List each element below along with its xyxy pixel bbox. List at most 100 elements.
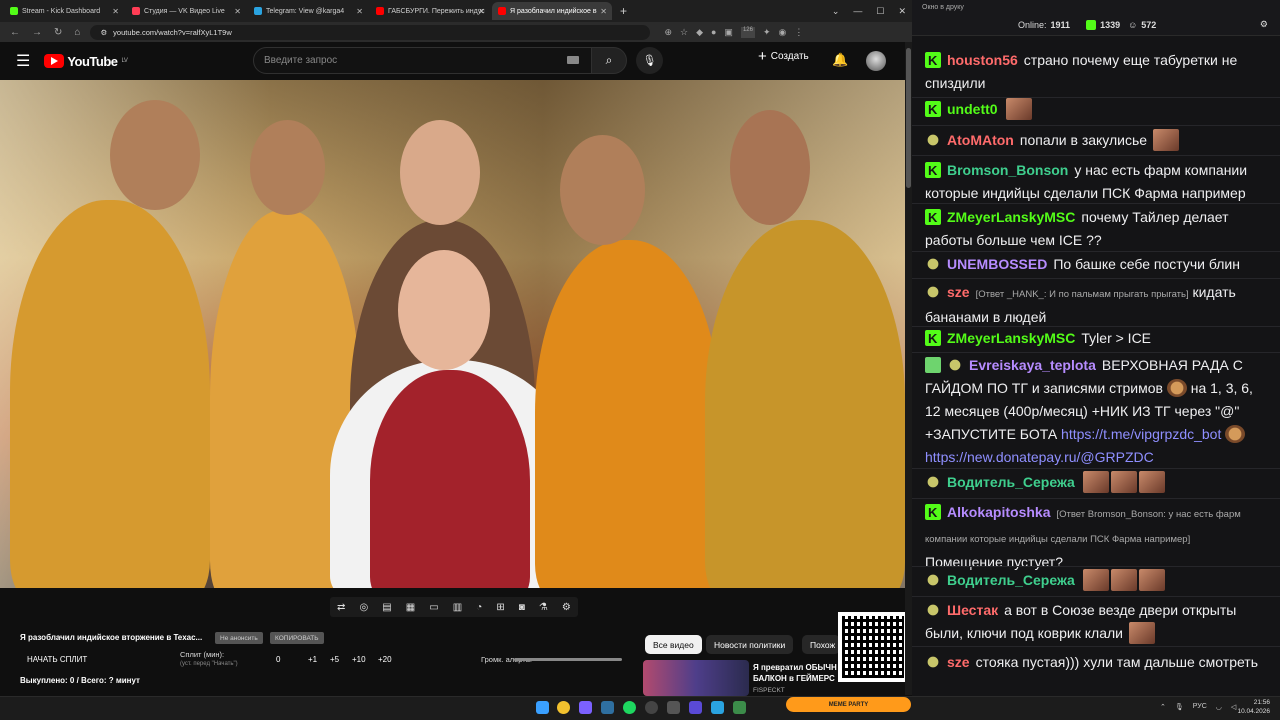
split-add-button[interactable]: +10: [352, 655, 366, 664]
tab-search-icon[interactable]: ⌄: [832, 6, 840, 17]
filter-politics-news[interactable]: Новости политики: [706, 635, 794, 654]
screenshot-icon[interactable]: ◙: [519, 602, 525, 613]
clock[interactable]: 21:56 10.04.2026: [1237, 698, 1270, 716]
minimize-icon[interactable]: —: [853, 6, 862, 16]
speed-icon[interactable]: ◔: [476, 602, 482, 613]
split-add-button[interactable]: +1: [308, 655, 317, 664]
close-tab-icon[interactable]: ✕: [478, 7, 485, 16]
avatar[interactable]: [866, 51, 886, 71]
chat-username[interactable]: undett0: [947, 101, 998, 117]
obs-icon[interactable]: [645, 701, 658, 714]
related-video-thumbnail[interactable]: [643, 660, 749, 696]
reload-icon[interactable]: ↻: [54, 27, 62, 38]
film-icon[interactable]: ▦: [406, 602, 415, 613]
meme-party-widget[interactable]: MEME PARTY: [786, 697, 911, 712]
forward-icon[interactable]: →: [32, 27, 42, 38]
split-value[interactable]: 0: [276, 655, 280, 664]
volume-icon[interactable]: ◁: [1231, 703, 1236, 711]
telegram-icon[interactable]: [711, 701, 724, 714]
site-info-icon[interactable]: ⚙: [100, 28, 107, 37]
wifi-icon[interactable]: ◡: [1216, 703, 1222, 711]
tab-kick-dashboard[interactable]: Stream - Kick Dashboard ✕: [4, 2, 124, 20]
split-add-button[interactable]: +5: [330, 655, 339, 664]
extension-icon[interactable]: ◆: [696, 27, 703, 38]
chat-username[interactable]: ZMeyerLanskyMSC: [947, 209, 1075, 225]
chat-username[interactable]: sze: [947, 654, 970, 670]
loop-icon[interactable]: ⇄: [337, 602, 345, 613]
spotify-icon[interactable]: [623, 701, 636, 714]
chat-username[interactable]: UNEMBOSSED: [947, 256, 1047, 272]
voice-search-button[interactable]: 🎙: [636, 47, 663, 74]
lab-icon[interactable]: ⚗: [539, 602, 548, 613]
steam-icon[interactable]: [601, 701, 614, 714]
zoom-icon[interactable]: ⊕: [664, 27, 672, 38]
bookmark-star-icon[interactable]: ☆: [680, 27, 688, 38]
user-badge-icon: [925, 284, 941, 300]
menu-hamburger-icon[interactable]: ☰: [16, 51, 30, 71]
chat-username[interactable]: ZMeyerLanskyMSC: [947, 330, 1075, 346]
chat-username[interactable]: Bromson_Bonson: [947, 162, 1068, 178]
ambient-icon[interactable]: ▤: [382, 602, 391, 613]
split-add-button[interactable]: +20: [378, 655, 392, 664]
alert-volume-slider[interactable]: [514, 658, 622, 661]
tab-youtube-active[interactable]: Я разоблачил индийское в ✕: [492, 2, 612, 20]
create-button[interactable]: + Создать: [758, 49, 809, 64]
search-button[interactable]: ⌕: [591, 47, 627, 74]
home-icon[interactable]: ⌂: [74, 27, 80, 38]
copy-button[interactable]: КОПИРОВАТЬ: [270, 632, 324, 644]
tab-youtube-habsburg[interactable]: ГАБСБУРГИ. Пережить индус ✕: [370, 2, 490, 20]
settings-gear-icon[interactable]: ⚙: [562, 602, 571, 613]
profile-icon[interactable]: ◉: [779, 27, 787, 38]
no-announce-chip[interactable]: Не анонсить: [215, 632, 263, 644]
chat-username[interactable]: Evreiskaya_teplota: [969, 357, 1096, 373]
chat-username[interactable]: AtoMAton: [947, 132, 1014, 148]
language-indicator[interactable]: РУС: [1193, 703, 1207, 711]
chrome-icon[interactable]: [557, 701, 570, 714]
chat-username[interactable]: houston56: [947, 52, 1018, 68]
donate-link[interactable]: https://new.donatepay.ru/@GRPZDC: [925, 449, 1154, 465]
tab-telegram[interactable]: Telegram: View @karga4 ✕: [248, 2, 368, 20]
back-icon[interactable]: ←: [10, 27, 20, 38]
extension-icon[interactable]: ●: [711, 27, 716, 38]
close-tab-icon[interactable]: ✕: [600, 7, 607, 16]
new-tab-button[interactable]: +: [620, 4, 627, 18]
audio-icon[interactable]: ◎: [359, 602, 368, 613]
menu-dots-icon[interactable]: ⋮: [794, 27, 803, 38]
filter-similar[interactable]: Похож: [802, 635, 840, 654]
maximize-icon[interactable]: ☐: [876, 6, 884, 17]
settings-gear-icon[interactable]: ⚙: [1260, 19, 1268, 30]
chevron-up-icon[interactable]: ⌃: [1160, 703, 1166, 711]
add-icon[interactable]: ⊞: [496, 602, 504, 613]
close-tab-icon[interactable]: ✕: [356, 7, 363, 16]
close-tab-icon[interactable]: ✕: [234, 7, 241, 16]
start-split-button[interactable]: НАЧАТЬ СПЛИТ: [27, 655, 87, 664]
keyboard-icon[interactable]: [567, 56, 579, 64]
youtube-logo[interactable]: YouTube LV: [44, 54, 128, 69]
search-input[interactable]: Введите запрос: [253, 47, 593, 74]
app-icon[interactable]: [733, 701, 746, 714]
subtitles-icon[interactable]: ▥: [453, 602, 462, 613]
close-tab-icon[interactable]: ✕: [112, 7, 119, 16]
chat-username[interactable]: sze: [947, 284, 970, 300]
url-field[interactable]: ⚙ youtube.com/watch?v=ralfXyL1T9w: [90, 24, 651, 40]
video-player[interactable]: [0, 80, 905, 588]
microphone-icon[interactable]: 🎙: [1175, 703, 1184, 711]
chat-username[interactable]: Водитель_Сережа: [947, 474, 1075, 490]
scrollbar-thumb[interactable]: [906, 48, 911, 188]
close-window-icon[interactable]: ✕: [898, 6, 906, 17]
notifications-bell-icon[interactable]: 🔔: [832, 52, 848, 68]
filter-all-videos[interactable]: Все видео: [645, 635, 702, 654]
app-icon[interactable]: [667, 701, 680, 714]
tab-vk-studio[interactable]: Студия — VK Видео Live ✕: [126, 2, 246, 20]
bot-link[interactable]: https://t.me/vipgrpzdc_bot: [1061, 426, 1221, 442]
extension-icon[interactable]: ▣: [724, 27, 733, 38]
chat-username[interactable]: Шестак: [947, 602, 998, 618]
start-icon[interactable]: [536, 701, 549, 714]
folder-icon[interactable]: [579, 701, 592, 714]
chat-username[interactable]: Alkokapitoshka: [947, 504, 1050, 520]
chat-username[interactable]: Водитель_Сережа: [947, 572, 1075, 588]
puzzle-icon[interactable]: ✦: [763, 27, 771, 38]
app-icon[interactable]: [689, 701, 702, 714]
related-video-title[interactable]: Я превратил ОБЫЧН БАЛКОН в ГЕЙМЕРС: [753, 662, 843, 684]
pip-icon[interactable]: ▭: [429, 602, 438, 613]
